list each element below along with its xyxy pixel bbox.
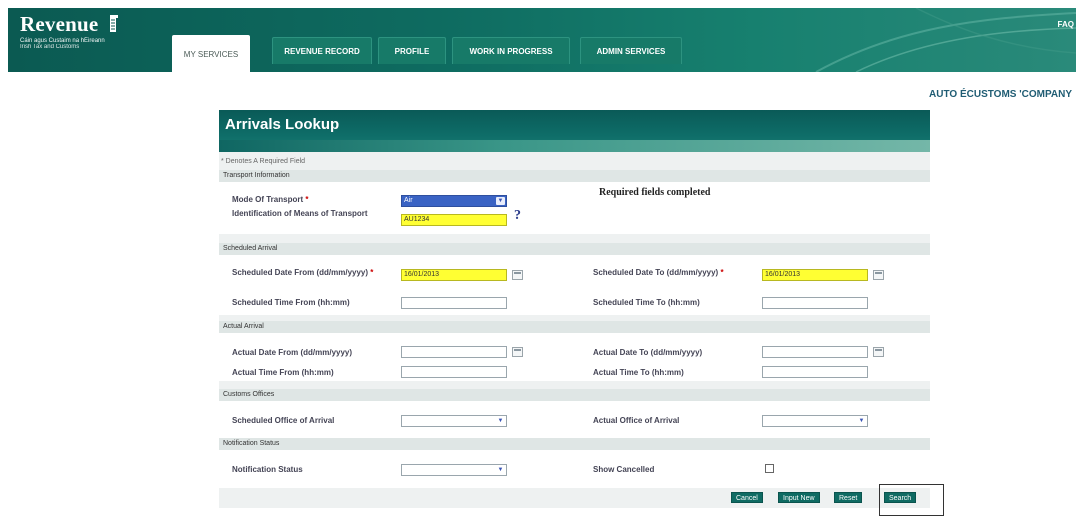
chevron-down-icon: ▼ [497,418,504,424]
chevron-down-icon: ▼ [497,467,504,473]
cancel-button[interactable]: Cancel [731,492,763,503]
tab-admin-services[interactable]: ADMIN SERVICES [580,37,682,64]
tab-work-in-progress[interactable]: WORK IN PROGRESS [452,37,570,64]
mode-of-transport-label: Mode Of Transport * [232,195,309,204]
faq-link[interactable]: FAQ [1058,20,1074,29]
harp-icon [109,15,118,32]
calendar-icon[interactable] [512,270,523,280]
chevron-down-icon: ▼ [858,418,865,424]
revenue-logo[interactable]: Revenue Cáin agus Custaim na hÉireann Ir… [20,12,120,50]
calendar-icon[interactable] [873,270,884,280]
header-swirl-decoration [815,8,1076,72]
search-button-highlight [879,484,944,516]
required-fields-message: Required fields completed [599,187,711,198]
panel-title-bar: Arrivals Lookup [219,110,930,152]
calendar-icon[interactable] [873,347,884,357]
tab-my-services[interactable]: MY SERVICES [172,35,250,72]
scheduled-time-to-label: Scheduled Time To (hh:mm) [593,298,700,307]
arrivals-lookup-panel: Arrivals Lookup * Denotes A Required Fie… [219,110,930,508]
actual-time-to-input[interactable] [762,366,868,378]
section-customs-offices: Customs Offices [219,389,930,401]
actual-date-from-label: Actual Date From (dd/mm/yyyy) [232,348,353,357]
site-header: Revenue Cáin agus Custaim na hÉireann Ir… [8,8,1076,72]
tab-revenue-record[interactable]: REVENUE RECORD [272,37,372,64]
reset-button[interactable]: Reset [834,492,863,503]
tab-profile[interactable]: PROFILE [378,37,446,64]
scheduled-office-select[interactable]: ▼ [401,415,507,427]
scheduled-date-from-input[interactable]: 16/01/2013 [401,269,507,281]
scheduled-time-from-input[interactable] [401,297,507,309]
actual-date-to-input[interactable] [762,346,868,358]
identification-label: Identification of Means of Transport [232,209,368,218]
scheduled-time-to-input[interactable] [762,297,868,309]
section-actual-arrival: Actual Arrival [219,321,930,333]
section-scheduled-arrival: Scheduled Arrival [219,243,930,255]
input-new-button[interactable]: Input New [778,492,820,503]
section-transport-information: Transport Information [219,170,930,182]
actual-time-to-label: Actual Time To (hh:mm) [593,368,684,377]
required-field-note: * Denotes A Required Field [221,158,306,165]
show-cancelled-label: Show Cancelled [593,465,655,474]
chevron-down-icon: ▼ [496,197,505,205]
show-cancelled-checkbox[interactable] [765,464,774,473]
scheduled-office-label: Scheduled Office of Arrival [232,416,335,425]
actual-office-select[interactable]: ▼ [762,415,868,427]
logo-title: Revenue [20,12,99,36]
mode-of-transport-select[interactable]: Air ▼ [401,195,507,207]
actual-office-label: Actual Office of Arrival [593,416,680,425]
section-notification-status: Notification Status [219,438,930,450]
scheduled-time-from-label: Scheduled Time From (hh:mm) [232,298,350,307]
identification-input[interactable]: AU1234 [401,214,507,226]
logo-subtitle-english: Irish Tax and Customs [20,44,80,50]
actual-date-from-input[interactable] [401,346,507,358]
scheduled-date-to-label: Scheduled Date To (dd/mm/yyyy) * [593,268,724,277]
notification-status-select[interactable]: ▼ [401,464,507,476]
page-title: Arrivals Lookup [225,116,340,133]
scheduled-date-to-input[interactable]: 16/01/2013 [762,269,868,281]
actual-time-from-input[interactable] [401,366,507,378]
scheduled-date-from-label: Scheduled Date From (dd/mm/yyyy) * [232,268,374,277]
actual-date-to-label: Actual Date To (dd/mm/yyyy) [593,348,703,357]
help-icon[interactable]: ? [514,208,521,224]
calendar-icon[interactable] [512,347,523,357]
company-name: AUTO ÉCUSTOMS 'COMPANY [929,89,1072,100]
actual-time-from-label: Actual Time From (hh:mm) [232,368,334,377]
notification-status-label: Notification Status [232,465,303,474]
